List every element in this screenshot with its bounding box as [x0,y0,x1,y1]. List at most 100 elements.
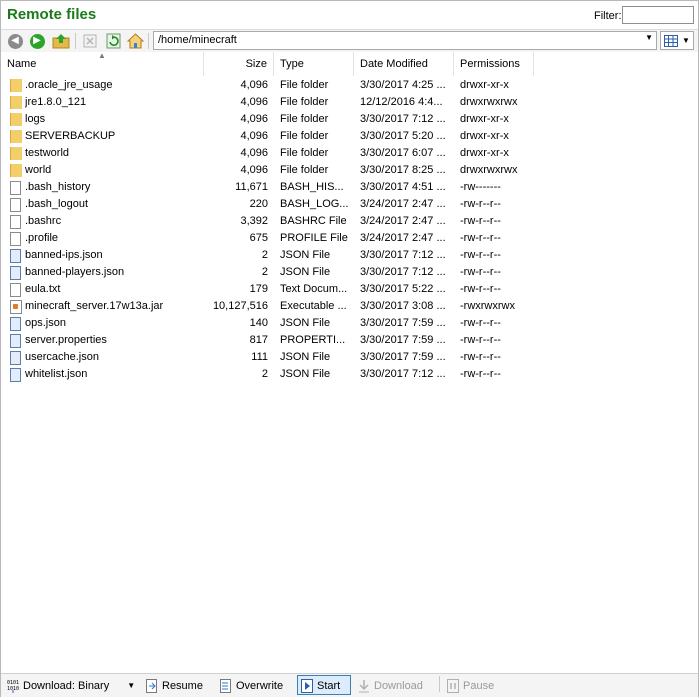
file-date-modified: 12/12/2016 4:4... [360,96,443,108]
download-button[interactable]: Download [358,677,423,694]
table-row[interactable]: ops.json 140 JSON File 3/30/2017 7:59 ... -r… [1,315,698,332]
refresh-button[interactable] [103,31,123,51]
file-permissions: -rw-r--r-- [460,317,501,329]
file-type: PROPERTI... [280,334,346,346]
table-row[interactable]: .bash_history 11,671 BASH_HIS... 3/30/2017 … [1,179,698,196]
resume-button[interactable]: Resume [146,677,203,694]
json-file-icon [10,266,21,280]
file-icon [10,283,21,297]
chevron-down-icon[interactable]: ▼ [645,33,653,42]
file-date-modified: 3/30/2017 4:25 ... [360,79,446,91]
file-size: 4,096 [240,113,268,125]
file-type: JSON File [280,266,331,278]
column-header-permissions[interactable]: Permissions [454,52,534,76]
back-button[interactable]: ◀ [5,31,25,51]
arrow-left-icon: ◀ [7,33,23,49]
file-size: 140 [249,317,268,329]
stop-icon [83,34,97,48]
column-header-name[interactable]: ▲ Name [1,51,204,76]
table-row[interactable]: usercache.json 111 JSON File 3/30/2017 7:59… [1,349,698,366]
file-name: logs [25,113,46,125]
table-row[interactable]: .profile 675 PROFILE File 3/24/2017 2:47 ..… [1,230,698,247]
table-row[interactable]: .oracle_jre_usage 4,096 File folder 3/30/20… [1,77,698,94]
remote-files-panel: Remote files Filter: ◀ ▶ /home/minecraft… [0,0,699,697]
table-row[interactable]: server.properties 817 PROPERTI... 3/30/2017… [1,332,698,349]
java-jar-icon [10,300,22,314]
file-date-modified: 3/30/2017 7:59 ... [360,317,446,329]
file-permissions: drwxr-xr-x [460,79,509,91]
statusbar-separator [439,676,440,692]
current-path: /home/minecraft [158,34,237,46]
table-row[interactable]: SERVERBACKUP 4,096 File folder 3/30/2017 5:… [1,128,698,145]
file-permissions: drwxr-xr-x [460,113,509,125]
download-mode-dropdown[interactable]: 0101 1010 Download: Binary ▼ [7,677,135,694]
column-header-date-modified[interactable]: Date Modified [354,52,454,76]
file-type: JSON File [280,249,331,261]
file-type: File folder [280,147,329,159]
file-permissions: -rw-r--r-- [460,232,501,244]
up-folder-button[interactable] [51,31,71,51]
file-type: Executable ... [280,300,347,312]
file-date-modified: 3/30/2017 6:07 ... [360,147,446,159]
file-size: 4,096 [240,79,268,91]
file-type: File folder [280,164,329,176]
file-list: .oracle_jre_usage 4,096 File folder 3/30/20… [1,77,698,383]
table-row[interactable]: .bashrc 3,392 BASHRC File 3/24/2017 2:47 ..… [1,213,698,230]
table-row[interactable]: banned-players.json 2 JSON File 3/30/2017 7… [1,264,698,281]
table-row[interactable]: banned-ips.json 2 JSON File 3/30/2017 7:12 … [1,247,698,264]
table-row[interactable]: logs 4,096 File folder 3/30/2017 7:12 ... dr… [1,111,698,128]
file-name: SERVERBACKUP [25,130,116,142]
pause-icon [447,678,459,693]
column-header-type[interactable]: Type [274,52,354,76]
file-size: 4,096 [240,130,268,142]
pause-button[interactable]: Pause [447,677,494,694]
table-row[interactable]: .bash_logout 220 BASH_LOG... 3/24/2017 2:47… [1,196,698,213]
file-size: 2 [261,368,268,380]
file-permissions: drwxrwxrwx [460,96,518,108]
file-type: File folder [280,96,329,108]
file-type: JSON File [280,368,331,380]
folder-icon [10,130,22,143]
file-icon [10,181,21,195]
view-mode-button[interactable]: ▼ [660,31,694,50]
file-name: ops.json [25,317,66,329]
file-name: .bash_history [25,181,91,193]
table-row[interactable]: testworld 4,096 File folder 3/30/2017 6:07 … [1,145,698,162]
file-date-modified: 3/24/2017 2:47 ... [360,198,446,210]
resume-icon [146,678,157,693]
path-combobox[interactable]: /home/minecraft ▼ [153,31,657,50]
refresh-icon [106,33,120,49]
start-button[interactable]: Start [301,677,340,694]
table-row[interactable]: world 4,096 File folder 3/30/2017 8:25 ... d… [1,162,698,179]
forward-button[interactable]: ▶ [27,31,47,51]
file-size: 4,096 [240,96,268,108]
panel-header: Remote files Filter: [1,1,698,29]
filter-input[interactable] [622,6,694,24]
file-name: whitelist.json [25,368,88,380]
stop-button[interactable] [80,31,100,51]
folder-icon [10,113,22,126]
table-row[interactable]: whitelist.json 2 JSON File 3/30/2017 7:12 .… [1,366,698,383]
overwrite-button[interactable]: Overwrite [220,677,283,694]
file-type: File folder [280,113,329,125]
file-type: JSON File [280,317,331,329]
table-row[interactable]: jre1.8.0_121 4,096 File folder 12/12/2016 4… [1,94,698,111]
file-permissions: drwxrwxrwx [460,164,518,176]
file-size: 11,671 [235,181,268,193]
file-name: .profile [25,232,59,244]
table-row[interactable]: minecraft_server.17w13a.jar 10,127,516 Exe… [1,298,698,315]
file-type: File folder [280,130,329,142]
file-permissions: drwxr-xr-x [460,130,509,142]
column-header-size[interactable]: Size [204,52,274,76]
file-date-modified: 3/24/2017 2:47 ... [360,232,446,244]
table-row[interactable]: eula.txt 179 Text Docum... 3/30/2017 5:22 .… [1,281,698,298]
chevron-down-icon: ▼ [682,36,690,45]
file-type: BASH_HIS... [280,181,344,193]
file-size: 4,096 [240,164,268,176]
grid-view-icon [664,34,679,47]
file-type: PROFILE File [280,232,348,244]
file-icon [10,232,21,246]
home-button[interactable] [125,31,145,51]
file-name: .oracle_jre_usage [25,79,113,91]
filter-label: Filter: [594,10,622,22]
